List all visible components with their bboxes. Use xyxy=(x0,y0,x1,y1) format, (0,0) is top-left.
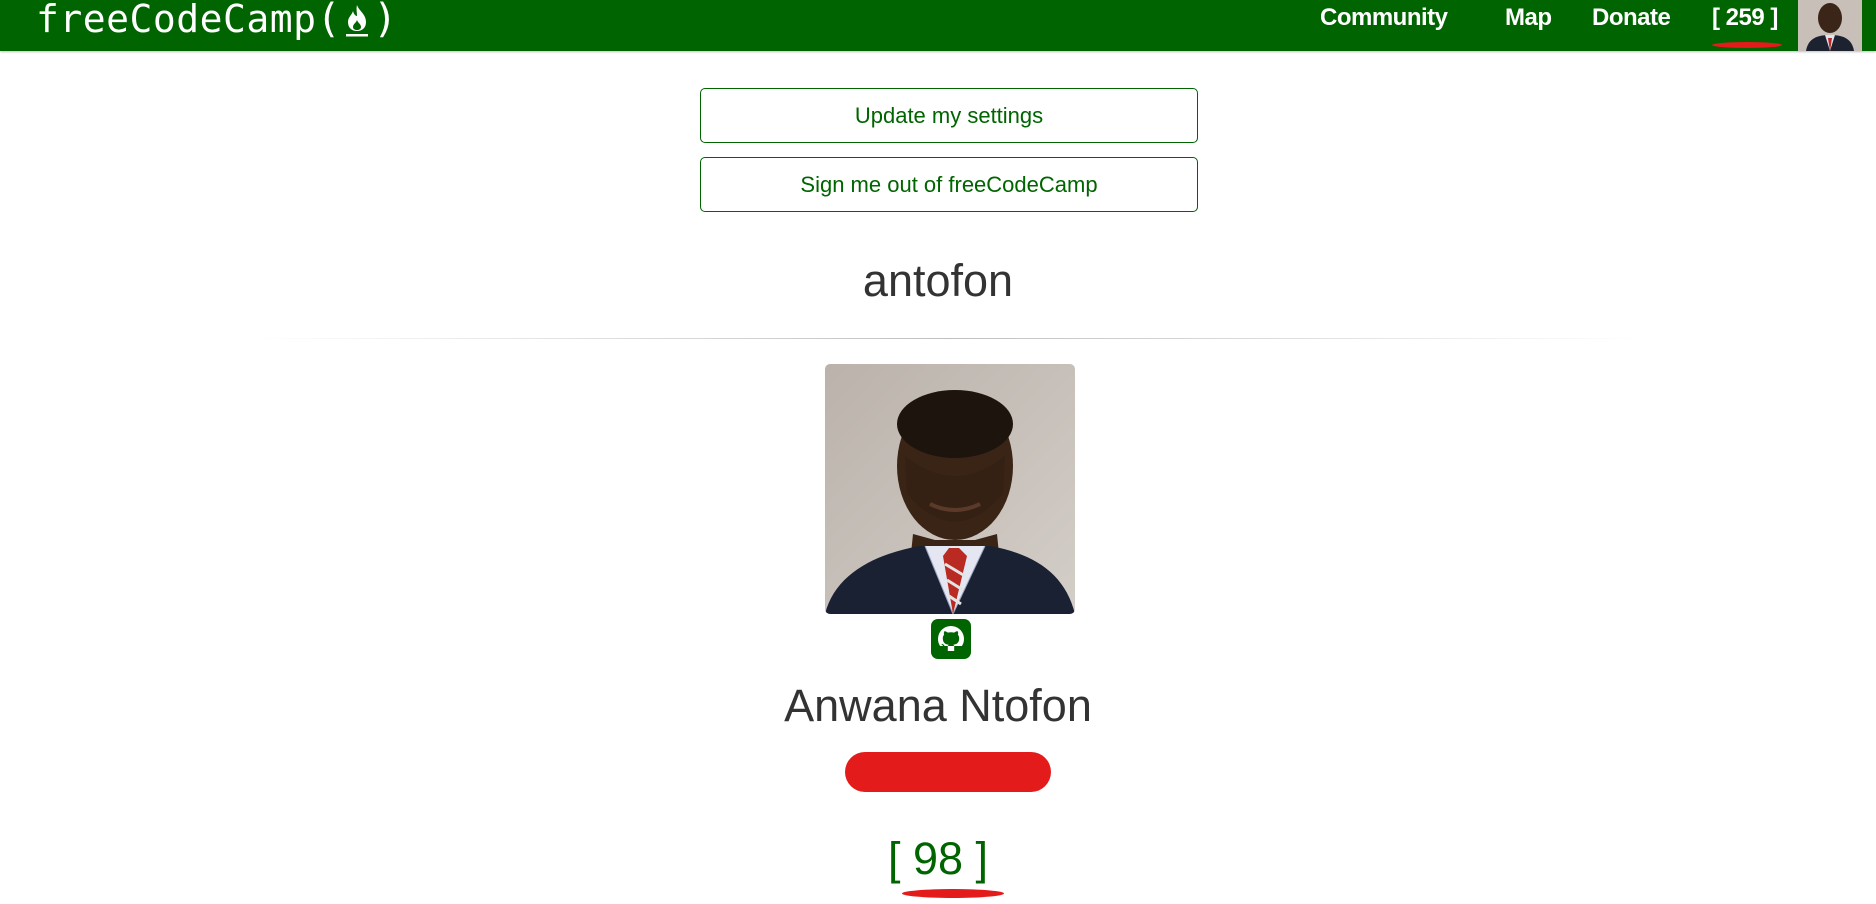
full-name-heading: Anwana Ntofon xyxy=(784,680,1092,731)
divider xyxy=(248,338,1648,339)
avatar-image xyxy=(1798,0,1862,51)
points-counter: [ 98 ] xyxy=(887,833,989,884)
flame-icon xyxy=(346,5,369,37)
nav-points-link[interactable]: [ 259 ] xyxy=(1712,4,1778,32)
nav-avatar[interactable] xyxy=(1798,0,1862,51)
sign-out-button[interactable]: Sign me out of freeCodeCamp xyxy=(700,157,1198,212)
annotation-underline-points xyxy=(902,889,1004,898)
nav-community-link[interactable]: Community xyxy=(1320,4,1448,32)
profile-picture xyxy=(825,364,1075,614)
logo-open-paren: ( xyxy=(316,0,342,42)
logo-text: freeCodeCamp xyxy=(36,0,317,41)
freecodecamp-logo[interactable]: freeCodeCamp ( ) xyxy=(36,0,398,42)
nav-donate-link[interactable]: Donate xyxy=(1592,4,1671,32)
logo-close-paren: ) xyxy=(373,0,398,42)
top-navbar: freeCodeCamp ( ) Community Map Donate [ … xyxy=(0,0,1876,51)
annotation-redaction xyxy=(845,752,1051,792)
username-heading: antofon xyxy=(862,255,1014,306)
nav-map-link[interactable]: Map xyxy=(1505,4,1552,32)
annotation-underline-nav xyxy=(1712,42,1782,48)
update-settings-button[interactable]: Update my settings xyxy=(700,88,1198,143)
github-icon[interactable] xyxy=(931,619,971,659)
